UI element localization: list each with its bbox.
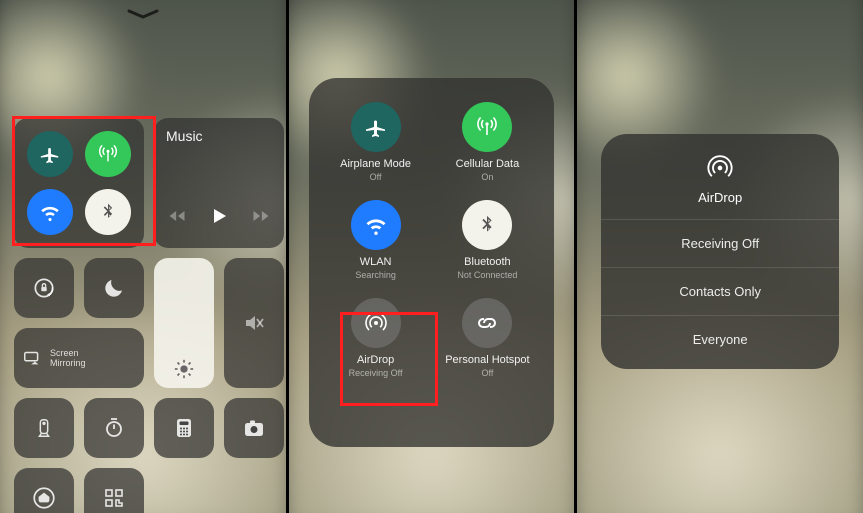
airdrop-option-off[interactable]: Receiving Off <box>601 219 839 267</box>
airplane-mode-item[interactable]: Airplane Mode Off <box>323 102 429 182</box>
flashlight-icon <box>33 417 55 439</box>
bluetooth-icon <box>98 202 118 222</box>
hotspot-status: Off <box>482 368 494 378</box>
link-icon <box>475 311 499 335</box>
cellular-icon <box>475 115 499 139</box>
connectivity-group[interactable] <box>14 118 144 248</box>
airplane-icon <box>39 143 61 165</box>
bluetooth-status: Not Connected <box>457 270 517 280</box>
qr-code-icon <box>102 486 126 510</box>
music-widget[interactable]: Music <box>154 118 284 248</box>
calculator-icon <box>172 416 196 440</box>
camera-button[interactable] <box>224 398 284 458</box>
airdrop-card: AirDrop Receiving Off Contacts Only Ever… <box>601 134 839 369</box>
previous-track-icon[interactable] <box>167 206 187 226</box>
airplane-label: Airplane Mode <box>340 158 411 170</box>
sun-icon <box>173 358 195 380</box>
cellular-data-toggle[interactable] <box>85 131 131 177</box>
volume-slider[interactable] <box>224 258 284 388</box>
airdrop-option-contacts[interactable]: Contacts Only <box>601 267 839 315</box>
hotspot-label: Personal Hotspot <box>445 354 529 366</box>
screen-mirroring-icon <box>22 347 44 369</box>
timer-icon <box>102 416 126 440</box>
wlan-label: WLAN <box>360 256 392 268</box>
home-icon <box>31 485 57 511</box>
wifi-icon <box>364 213 388 237</box>
airdrop-options-panel: AirDrop Receiving Off Contacts Only Ever… <box>577 0 863 513</box>
music-title: Music <box>166 128 203 144</box>
cellular-data-item[interactable]: Cellular Data On <box>435 102 541 182</box>
control-center-panel: Music ScreenMirroring <box>0 0 286 513</box>
airdrop-header: AirDrop <box>698 154 742 219</box>
chevron-down-icon <box>126 8 160 20</box>
next-track-icon[interactable] <box>251 206 271 226</box>
orientation-lock-icon <box>31 275 57 301</box>
airdrop-option-everyone[interactable]: Everyone <box>601 315 839 363</box>
play-icon[interactable] <box>207 204 231 228</box>
calculator-button[interactable] <box>154 398 214 458</box>
airdrop-item[interactable]: AirDrop Receiving Off <box>323 298 429 378</box>
cellular-icon <box>97 143 119 165</box>
orientation-lock-toggle[interactable] <box>14 258 74 318</box>
screen-mirroring-button[interactable]: ScreenMirroring <box>14 328 144 388</box>
airplane-icon <box>364 115 388 139</box>
camera-icon <box>242 416 266 440</box>
home-button[interactable] <box>14 468 74 513</box>
flashlight-button[interactable] <box>14 398 74 458</box>
airdrop-status: Receiving Off <box>349 368 403 378</box>
mute-icon <box>242 311 266 335</box>
airplane-mode-toggle[interactable] <box>27 131 73 177</box>
do-not-disturb-toggle[interactable] <box>84 258 144 318</box>
wifi-toggle[interactable] <box>27 189 73 235</box>
bluetooth-item[interactable]: Bluetooth Not Connected <box>435 200 541 280</box>
connectivity-card: Airplane Mode Off Cellular Data On WLAN … <box>309 78 555 447</box>
bluetooth-toggle[interactable] <box>85 189 131 235</box>
cellular-label: Cellular Data <box>456 158 520 170</box>
bluetooth-icon <box>476 214 498 236</box>
cellular-status: On <box>481 172 493 182</box>
airdrop-icon <box>364 311 388 335</box>
qr-scan-button[interactable] <box>84 468 144 513</box>
wlan-item[interactable]: WLAN Searching <box>323 200 429 280</box>
airplane-status: Off <box>370 172 382 182</box>
connectivity-expanded-panel: Airplane Mode Off Cellular Data On WLAN … <box>289 0 575 513</box>
bluetooth-label: Bluetooth <box>464 256 510 268</box>
moon-icon <box>102 276 126 300</box>
wifi-icon <box>39 201 61 223</box>
personal-hotspot-item[interactable]: Personal Hotspot Off <box>435 298 541 378</box>
airdrop-icon <box>706 154 734 182</box>
brightness-slider[interactable] <box>154 258 214 388</box>
airdrop-title: AirDrop <box>698 190 742 205</box>
screen-mirroring-label: ScreenMirroring <box>50 348 86 369</box>
timer-button[interactable] <box>84 398 144 458</box>
wlan-status: Searching <box>355 270 396 280</box>
airdrop-label: AirDrop <box>357 354 394 366</box>
